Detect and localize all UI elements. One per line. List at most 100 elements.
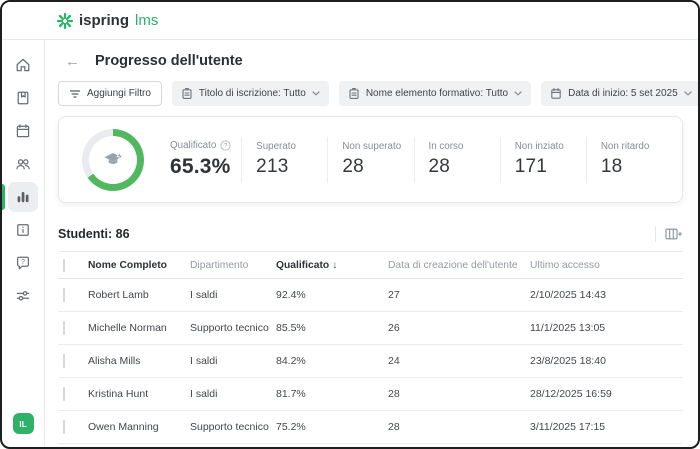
stat-value: 65.3% xyxy=(170,155,241,179)
table-row[interactable]: Alisha Mills I saldi 84.2% 24 23/8/2025 … xyxy=(58,345,683,378)
cell-qualified: 81.7% xyxy=(276,388,388,400)
add-filter-label: Aggiungi Filtro xyxy=(87,88,151,99)
cell-department: Supporto tecnico xyxy=(190,421,276,433)
kiosk-icon xyxy=(14,221,32,239)
stat-value: 213 xyxy=(256,156,327,178)
cell-created: 26 xyxy=(388,322,530,334)
ispring-spark-logo-icon xyxy=(57,13,73,29)
sidebar-item-reports[interactable] xyxy=(8,182,38,212)
stat-value: 171 xyxy=(515,156,586,178)
cell-department: I saldi xyxy=(190,355,276,367)
main-content: ← Progresso dell'utente Aggiungi Filtro xyxy=(45,40,698,447)
stat-not-started: Non inziato 171 xyxy=(500,137,586,183)
filter-chip-content-item[interactable]: Nome elemento formativo: Tutto xyxy=(339,81,531,106)
app-window: ispring lms xyxy=(0,0,700,449)
qualified-donut xyxy=(82,129,144,191)
row-checkbox[interactable] xyxy=(63,420,65,434)
column-header-created[interactable]: Data di creazione dell'utente xyxy=(388,260,530,271)
cell-name[interactable]: Alisha Mills xyxy=(88,355,190,367)
sidebar-item-courses[interactable] xyxy=(8,83,38,113)
divider xyxy=(655,226,656,242)
cell-last-access: 28/12/2025 16:59 xyxy=(530,388,683,400)
cell-name[interactable]: Michelle Norman xyxy=(88,322,190,334)
stat-value: 18 xyxy=(601,156,672,178)
settings-sliders-icon xyxy=(14,287,32,305)
cell-created: 24 xyxy=(388,355,530,367)
cell-qualified: 75.2% xyxy=(276,421,388,433)
column-header-last-access[interactable]: Ultimo accesso xyxy=(530,260,683,271)
cell-qualified: 92.4% xyxy=(276,289,388,301)
sidebar-nav: ? IL xyxy=(2,40,45,447)
students-table: Nome Completo Dipartimento Qualificato↓ … xyxy=(58,251,683,444)
cell-qualified: 85.5% xyxy=(276,322,388,334)
row-checkbox[interactable] xyxy=(63,387,65,401)
filter-chip-enrollment[interactable]: Titolo di iscrizione: Tutto xyxy=(172,81,329,106)
stat-label: Qualificato xyxy=(170,140,216,151)
stat-overdue: Non ritardo 18 xyxy=(586,137,672,183)
filter-lines-icon xyxy=(69,89,81,99)
stat-in-progress: In corso 28 xyxy=(414,137,500,183)
column-header-name[interactable]: Nome Completo xyxy=(88,260,190,271)
sidebar-item-support[interactable]: ? xyxy=(8,248,38,278)
table-header-row: Nome Completo Dipartimento Qualificato↓ … xyxy=(58,251,683,279)
cell-name[interactable]: Robert Lamb xyxy=(88,289,190,301)
cell-department: I saldi xyxy=(190,289,276,301)
brand-name: ispring xyxy=(79,12,129,29)
filter-chip-label: Data di inizio: 5 set 2025 xyxy=(568,88,678,99)
sidebar-item-calendar[interactable] xyxy=(8,116,38,146)
cell-name[interactable]: Owen Manning xyxy=(88,421,190,433)
select-all-checkbox[interactable] xyxy=(63,259,65,272)
stat-label: Non superato xyxy=(342,141,413,152)
back-arrow-icon[interactable]: ← xyxy=(65,54,80,69)
row-checkbox[interactable] xyxy=(63,354,65,368)
calendar-icon xyxy=(550,87,562,100)
stat-label: In corso xyxy=(429,141,500,152)
calendar-icon xyxy=(14,122,32,140)
cell-department: I saldi xyxy=(190,388,276,400)
reports-icon xyxy=(14,188,32,206)
sidebar-item-settings[interactable] xyxy=(8,281,38,311)
cell-created: 28 xyxy=(388,421,530,433)
filter-toolbar: Aggiungi Filtro Titolo di iscrizione: Tu… xyxy=(58,81,683,106)
row-checkbox[interactable] xyxy=(63,321,65,335)
cell-last-access: 3/11/2025 17:15 xyxy=(530,421,683,433)
sidebar-item-users[interactable] xyxy=(8,149,38,179)
table-row[interactable]: Robert Lamb I saldi 92.4% 27 2/10/2025 1… xyxy=(58,279,683,312)
sidebar-item-home[interactable] xyxy=(8,50,38,80)
manage-columns-button[interactable] xyxy=(665,228,683,240)
column-header-department[interactable]: Dipartimento xyxy=(190,260,276,271)
sidebar-item-kiosk[interactable] xyxy=(8,215,38,245)
table-header-bar: Studenti: 86 xyxy=(58,223,683,245)
page-title: Progresso dell'utente xyxy=(95,53,243,69)
cell-last-access: 11/1/2025 13:05 xyxy=(530,322,683,334)
top-bar: ispring lms xyxy=(2,2,698,40)
graduation-cap-bolt-icon xyxy=(82,129,144,191)
stat-failed: Non superato 28 xyxy=(327,137,413,183)
page-header: ← Progresso dell'utente xyxy=(58,50,683,72)
chevron-down-icon xyxy=(312,91,320,96)
form-icon xyxy=(181,87,193,100)
cell-department: Supporto tecnico xyxy=(190,322,276,334)
stat-label: Non ritardo xyxy=(601,141,672,152)
table-row[interactable]: Michelle Norman Supporto tecnico 85.5% 2… xyxy=(58,312,683,345)
column-header-qualified[interactable]: Qualificato↓ xyxy=(276,260,388,271)
help-icon[interactable]: ? xyxy=(220,140,231,151)
svg-text:?: ? xyxy=(224,143,228,150)
filter-chip-start-date[interactable]: Data di inizio: 5 set 2025 xyxy=(541,81,700,106)
row-checkbox[interactable] xyxy=(63,288,65,302)
sort-desc-icon: ↓ xyxy=(332,260,337,271)
add-filter-button[interactable]: Aggiungi Filtro xyxy=(58,81,162,106)
user-avatar[interactable]: IL xyxy=(13,413,34,434)
stat-value: 28 xyxy=(429,156,500,178)
cell-last-access: 23/8/2025 18:40 xyxy=(530,355,683,367)
table-row[interactable]: Owen Manning Supporto tecnico 75.2% 28 3… xyxy=(58,411,683,444)
cell-created: 27 xyxy=(388,289,530,301)
cell-created: 28 xyxy=(388,388,530,400)
stat-label: Superato xyxy=(256,141,327,152)
students-count-title: Studenti: 86 xyxy=(58,227,130,241)
cell-name[interactable]: Kristina Hunt xyxy=(88,388,190,400)
table-row[interactable]: Kristina Hunt I saldi 81.7% 28 28/12/202… xyxy=(58,378,683,411)
cell-qualified: 84.2% xyxy=(276,355,388,367)
users-icon xyxy=(14,155,32,173)
help-chat-icon: ? xyxy=(14,254,32,272)
